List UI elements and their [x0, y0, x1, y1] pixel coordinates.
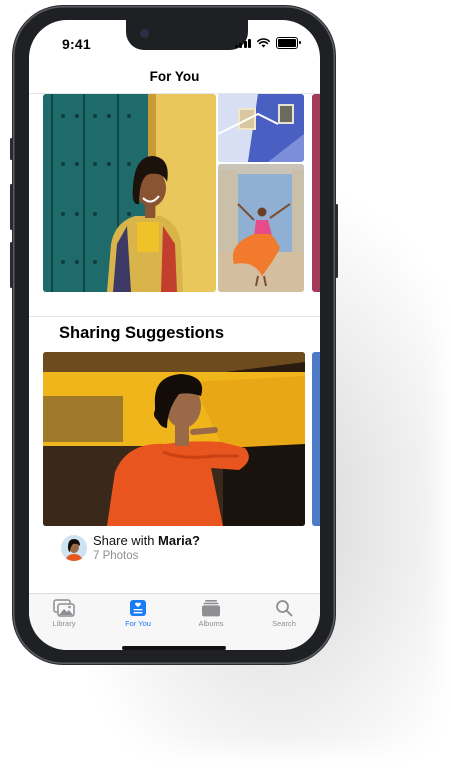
camera-icon: [140, 29, 149, 38]
search-icon: [276, 600, 293, 617]
battery-icon: [276, 37, 301, 49]
tab-search[interactable]: Search: [254, 599, 314, 628]
power-button: [335, 204, 338, 278]
tab-label-search: Search: [272, 619, 296, 628]
tab-label-library: Library: [52, 619, 76, 628]
memory-photo-main[interactable]: [43, 94, 216, 292]
next-memory-peek[interactable]: [312, 94, 320, 292]
photo-library-icon: [53, 599, 75, 617]
memory-photo-dancer[interactable]: [218, 164, 304, 292]
blue-building-image: [218, 94, 304, 162]
notch: [126, 20, 248, 50]
woman-orange-image: [43, 352, 305, 526]
volume-up-button: [10, 184, 13, 230]
wifi-icon: [257, 38, 270, 48]
status-icons: [234, 37, 301, 49]
page-title: For You: [149, 69, 200, 84]
phone-frame: 9:41 For You Sharing Suggestions Share w…: [10, 6, 338, 664]
tab-bar: Library For You Albums Search: [29, 593, 320, 650]
person-avatar-icon: [61, 535, 87, 561]
share-suggestion-label[interactable]: Share with Maria?: [93, 533, 200, 548]
share-contact-name: Maria?: [158, 533, 200, 548]
for-you-icon: [130, 600, 146, 616]
screen: 9:41 For You Sharing Suggestions Share w…: [29, 20, 320, 650]
home-indicator[interactable]: [122, 646, 226, 650]
tab-for-you[interactable]: For You: [108, 599, 168, 628]
share-photo-count: 7 Photos: [93, 550, 139, 562]
next-suggestion-peek[interactable]: [312, 352, 320, 526]
status-time: 9:41: [62, 36, 91, 52]
portrait-door-image: [43, 94, 216, 292]
dancer-image: [218, 164, 304, 292]
tab-label-for-you: For You: [125, 619, 151, 628]
volume-down-button: [10, 242, 13, 288]
signal-icon: [234, 38, 251, 48]
sharing-suggestion-photo[interactable]: [43, 352, 305, 526]
section-divider: [29, 316, 320, 317]
silent-switch: [10, 138, 13, 160]
section-title-sharing: Sharing Suggestions: [59, 324, 225, 342]
avatar[interactable]: [61, 535, 87, 561]
tab-library[interactable]: Library: [34, 599, 94, 628]
tab-label-albums: Albums: [198, 619, 224, 628]
share-prefix: Share with: [93, 533, 159, 548]
tab-albums[interactable]: Albums: [181, 599, 241, 628]
memory-photo-architecture[interactable]: [218, 94, 304, 162]
albums-icon: [202, 600, 220, 617]
